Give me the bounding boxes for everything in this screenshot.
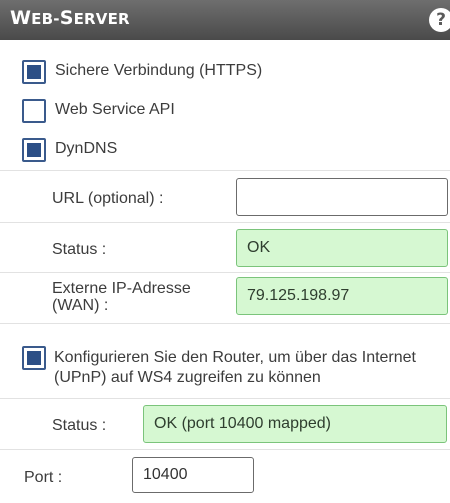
- upnp-checkbox[interactable]: [22, 346, 46, 370]
- divider: [0, 449, 450, 450]
- divider: [0, 222, 450, 223]
- panel-header: WEB-SERVER ?: [0, 0, 450, 40]
- external-ip-label: Externe IP-Adresse (WAN) :: [52, 280, 191, 314]
- https-label: Sichere Verbindung (HTTPS): [55, 62, 263, 79]
- https-checkbox[interactable]: [22, 60, 46, 84]
- help-icon[interactable]: ?: [429, 8, 450, 32]
- divider: [0, 272, 450, 273]
- dyndns-label: DynDNS: [55, 140, 118, 157]
- upnp-status-value: OK (port 10400 mapped): [143, 405, 447, 443]
- url-label: URL (optional) :: [52, 190, 164, 207]
- divider: [0, 323, 450, 324]
- upnp-status-label: Status :: [52, 417, 107, 434]
- divider: [0, 398, 450, 399]
- dyndns-status-value: OK: [236, 229, 448, 267]
- web-service-api-label: Web Service API: [55, 101, 175, 118]
- port-label: Port :: [24, 469, 63, 486]
- url-input[interactable]: [236, 178, 448, 216]
- web-service-api-checkbox[interactable]: [22, 99, 46, 123]
- external-ip-value: 79.125.198.97: [236, 277, 448, 315]
- port-input[interactable]: [132, 457, 254, 493]
- panel-title: WEB-SERVER: [10, 7, 130, 29]
- upnp-label: Konfigurieren Sie den Router, um über da…: [54, 349, 416, 386]
- divider: [0, 170, 450, 171]
- dyndns-status-label: Status :: [52, 241, 107, 258]
- dyndns-checkbox[interactable]: [22, 138, 46, 162]
